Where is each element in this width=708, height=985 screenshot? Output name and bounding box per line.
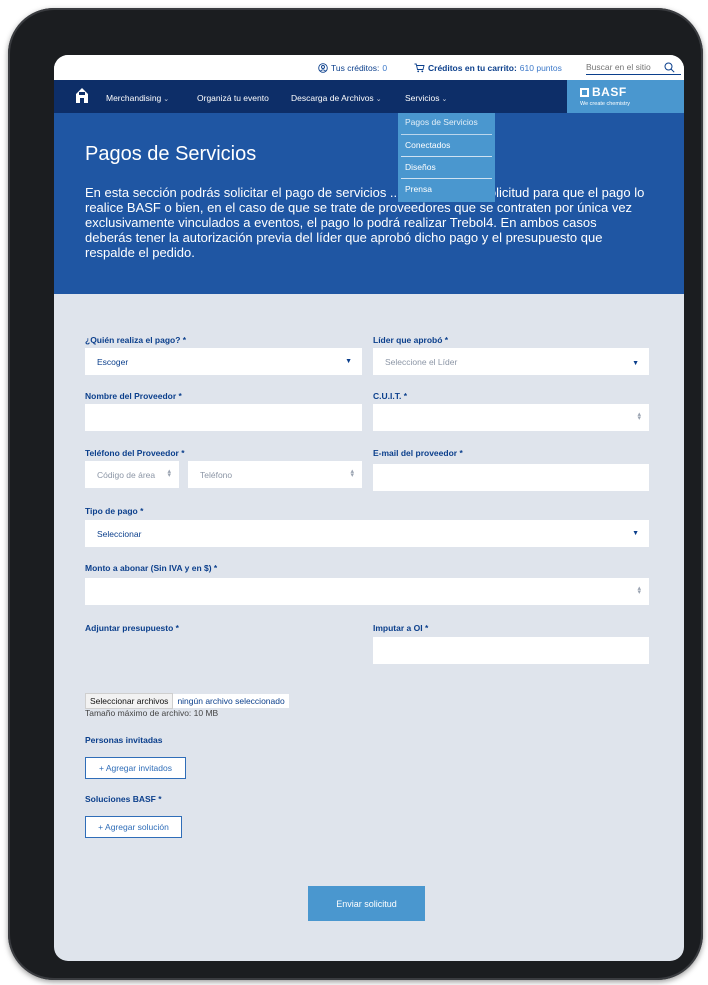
payer-select-value: Escoger [97, 356, 129, 367]
area-code-placeholder: Código de área [97, 469, 156, 480]
caret-down-icon: ▼ [345, 358, 352, 365]
payer-label: ¿Quién realiza el pago? * [85, 335, 187, 345]
add-guests-button[interactable]: + Agregar invitados [85, 757, 186, 779]
payment-type-value: Seleccionar [97, 528, 142, 539]
leader-select[interactable]: Seleccione el Líder ▼ [373, 348, 649, 375]
nav-item-servicios[interactable]: Servicios ⌄ [405, 93, 447, 103]
search-input[interactable] [586, 62, 664, 72]
cuit-input[interactable]: ▴ ▾ [373, 404, 649, 431]
supplier-name-input[interactable] [85, 404, 362, 431]
cart-value: 610 puntos [519, 63, 562, 73]
cuit-label: C.U.I.T. * [373, 391, 408, 401]
search-icon[interactable] [664, 62, 675, 73]
oi-label: Imputar a OI * [373, 623, 429, 633]
phone-number-input[interactable]: Teléfono ▴ ▾ [188, 461, 362, 488]
payment-type-label: Tipo de pago * [85, 506, 144, 516]
add-solution-button[interactable]: + Agregar solución [85, 816, 182, 838]
supplier-phone-label: Teléfono del Proveedor * [85, 448, 185, 458]
number-spinner-icon: ▴ ▾ [637, 585, 641, 596]
nav-item-organiza-tu-evento[interactable]: Organizá tu evento [197, 93, 269, 103]
number-spinner-icon: ▴ ▾ [637, 411, 641, 422]
chevron-down-icon: ⌄ [375, 96, 382, 103]
home-icon[interactable] [76, 87, 88, 103]
supplier-name-label: Nombre del Proveedor * [85, 391, 182, 401]
leader-select-placeholder: Seleccione el Líder [385, 356, 458, 367]
cart-link[interactable]: Créditos en tu carrito: 610 puntos [414, 63, 562, 73]
credits-value: 0 [382, 63, 388, 73]
phone-placeholder: Teléfono [200, 469, 233, 480]
area-code-input[interactable]: Código de área ▴ ▾ [85, 461, 179, 488]
file-picker: Seleccionar archivos ningún archivo sele… [85, 693, 289, 709]
guests-label: Personas invitadas [85, 735, 163, 745]
payment-request-form: ¿Quién realiza el pago? * Escoger ▼ Líde… [54, 294, 684, 961]
credits-link[interactable]: Tus créditos: 0 [318, 63, 387, 73]
dropdown-item-prensa[interactable]: Prensa [401, 179, 492, 201]
caret-down-icon: ▼ [632, 360, 639, 367]
chevron-down-icon: ⌄ [163, 96, 170, 103]
nav-item-label: Descarga de Archivos [291, 93, 374, 103]
nav-item-label: Merchandising [106, 93, 162, 103]
supplier-email-label: E-mail del proveedor * [373, 448, 463, 458]
nav-item-descarga-de-archivos[interactable]: Descarga de Archivos ⌄ [291, 93, 382, 103]
payment-type-select[interactable]: Seleccionar ▼ [85, 520, 649, 547]
leader-label: Líder que aprobó * [373, 335, 449, 345]
solutions-label: Soluciones BASF * [85, 794, 162, 804]
tablet-frame: Tus créditos: 0 Créditos en tu carrito: … [8, 8, 703, 980]
main-nav: Merchandising ⌄ Organizá tu evento Descar… [54, 80, 684, 113]
search-box [586, 60, 681, 75]
utility-bar: Tus créditos: 0 Créditos en tu carrito: … [54, 55, 684, 80]
nav-item-label: Servicios [405, 93, 440, 103]
number-spinner-icon: ▴ ▾ [350, 468, 354, 479]
brand-logo: BASF [580, 85, 627, 99]
select-files-button[interactable]: Seleccionar archivos [85, 693, 174, 709]
nav-item-merchandising[interactable]: Merchandising ⌄ [106, 93, 169, 103]
dropdown-item-conectados[interactable]: Conectados [401, 135, 492, 157]
user-icon [318, 63, 328, 73]
budget-label: Adjuntar presupuesto * [85, 623, 179, 633]
supplier-email-input[interactable] [373, 464, 649, 491]
dropdown-item-pagos-de-servicios[interactable]: Pagos de Servicios [401, 113, 492, 135]
basf-logo[interactable]: BASF We create chemistry [567, 80, 684, 113]
credits-label: Tus créditos: [331, 63, 380, 73]
cart-label: Créditos en tu carrito: [428, 63, 517, 73]
file-size-hint: Tamaño máximo de archivo: 10 MB [85, 708, 219, 718]
amount-label: Monto a abonar (Sin IVA y en $) * [85, 563, 218, 573]
amount-input[interactable]: ▴ ▾ [85, 578, 649, 605]
page-description: En esta sección podrás solicitar el pago… [85, 185, 645, 260]
logo-square-icon [580, 87, 589, 97]
payer-select[interactable]: Escoger ▼ [85, 348, 362, 375]
caret-down-icon: ▼ [632, 530, 639, 537]
oi-input[interactable] [373, 637, 649, 664]
cart-icon [414, 63, 425, 73]
dropdown-item-disenos[interactable]: Diseños [401, 157, 492, 179]
servicios-dropdown: Pagos de Servicios Conectados Diseños Pr… [398, 113, 495, 202]
nav-item-label: Organizá tu evento [197, 93, 269, 103]
page-title: Pagos de Servicios [85, 143, 257, 165]
file-status: ningún archivo seleccionado [173, 694, 289, 708]
brand-name: BASF [592, 85, 627, 99]
chevron-down-icon: ⌄ [441, 96, 448, 103]
hero-banner: Pagos de Servicios En esta sección podrá… [54, 113, 684, 294]
brand-tagline: We create chemistry [580, 101, 631, 107]
submit-request-button[interactable]: Enviar solicitud [308, 886, 425, 921]
screen: Tus créditos: 0 Créditos en tu carrito: … [54, 55, 684, 961]
number-spinner-icon: ▴ ▾ [167, 468, 171, 479]
